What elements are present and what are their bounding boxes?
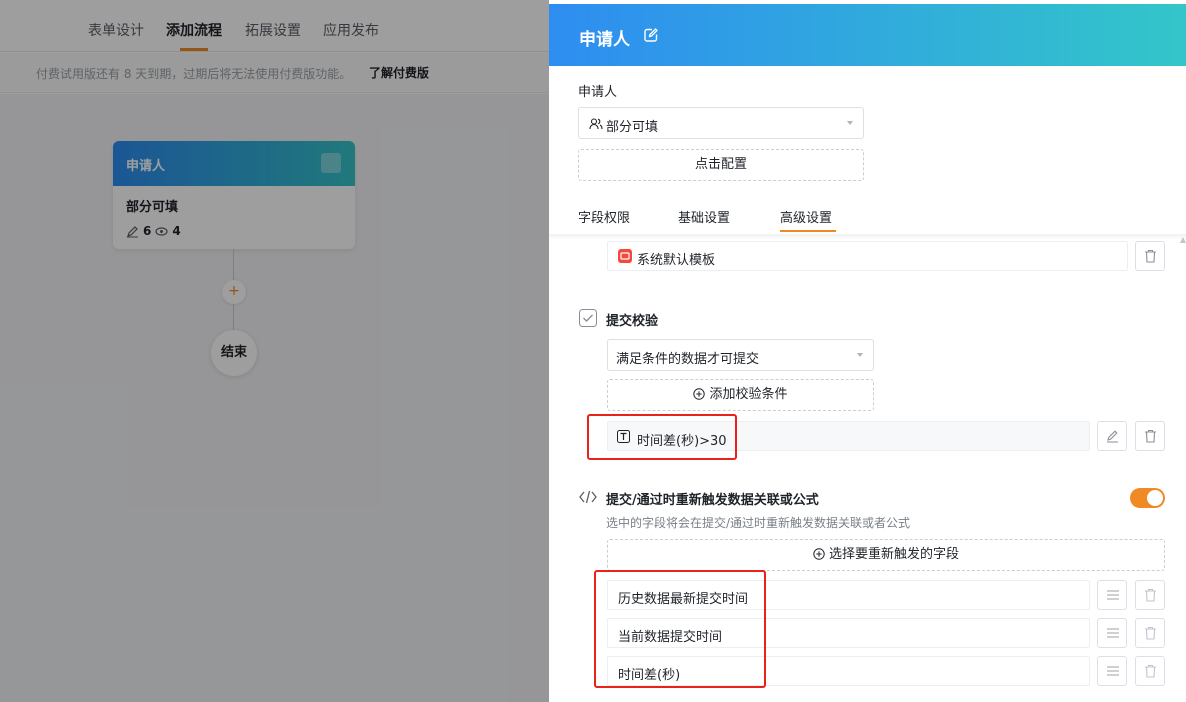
retrigger-hint: 选中的字段将会在提交/通过时重新触发数据关联或者公式 <box>606 516 911 530</box>
plus-circle-icon <box>813 548 825 560</box>
applicant-select[interactable]: 部分可填 <box>578 107 864 139</box>
drag-handle[interactable] <box>1097 656 1127 686</box>
drag-handle[interactable] <box>1097 618 1127 648</box>
retrigger-field-label: 当前数据提交时间 <box>618 630 723 645</box>
node-settings-panel: 申请人 申请人 部分可填 点击配置 字段权限 基础设置 高级设置 系统默认模板 … <box>549 4 1186 702</box>
menu-icon <box>1107 628 1119 638</box>
submit-condition-select[interactable]: 满足条件的数据才可提交 <box>607 339 874 371</box>
tab-divider <box>549 234 1186 240</box>
submit-check-title: 提交校验 <box>606 314 659 329</box>
menu-icon <box>1107 590 1119 600</box>
add-check-condition-label: 添加校验条件 <box>709 387 788 402</box>
applicant-label: 申请人 <box>578 85 618 100</box>
tab-advanced-settings[interactable]: 高级设置 <box>780 207 832 226</box>
check-condition-text: 时间差(秒)>30 <box>637 434 727 449</box>
edit-condition-button[interactable] <box>1097 421 1127 451</box>
submit-condition-value: 满足条件的数据才可提交 <box>616 352 760 367</box>
delete-condition-button[interactable] <box>1135 421 1165 451</box>
select-fields-label: 选择要重新触发的字段 <box>828 547 959 562</box>
retrigger-field-row[interactable]: 历史数据最新提交时间 <box>607 580 1090 610</box>
retrigger-field-label: 历史数据最新提交时间 <box>618 592 749 607</box>
users-icon <box>589 118 603 130</box>
applicant-select-value: 部分可填 <box>606 120 659 135</box>
tab-field-permissions[interactable]: 字段权限 <box>578 207 630 226</box>
config-button[interactable]: 点击配置 <box>578 149 864 181</box>
edit-title-icon[interactable] <box>643 27 659 43</box>
panel-title: 申请人 <box>579 30 630 50</box>
trash-icon <box>1145 626 1156 640</box>
trash-icon <box>1145 249 1156 263</box>
plus-circle-icon <box>693 388 706 400</box>
tab-basic-settings[interactable]: 基础设置 <box>678 207 730 226</box>
retrigger-toggle[interactable] <box>1130 488 1165 508</box>
chevron-down-icon <box>857 353 863 357</box>
retrigger-field-label: 时间差(秒) <box>618 668 681 683</box>
template-icon <box>618 249 632 263</box>
add-check-condition-button[interactable]: 添加校验条件 <box>607 379 874 411</box>
flow-designer: 表单设计 添加流程 拓展设置 应用发布 付费试用版还有 8 天到期，过期后将无法… <box>0 0 549 702</box>
panel-header: 申请人 <box>549 4 1186 66</box>
code-icon <box>579 490 597 504</box>
menu-icon <box>1107 666 1119 676</box>
retrigger-title: 提交/通过时重新触发数据关联或公式 <box>606 493 819 508</box>
template-field-label: 系统默认模板 <box>637 253 716 268</box>
chevron-down-icon <box>847 121 853 125</box>
trash-icon <box>1145 664 1156 678</box>
template-field[interactable]: 系统默认模板 <box>607 241 1128 271</box>
toggle-knob <box>1147 490 1163 506</box>
delete-field-button[interactable] <box>1135 656 1165 686</box>
delete-field-button[interactable] <box>1135 580 1165 610</box>
text-field-icon <box>617 430 630 443</box>
retrigger-field-row[interactable]: 时间差(秒) <box>607 656 1090 686</box>
delete-field-button[interactable] <box>1135 618 1165 648</box>
panel-scrollbar[interactable] <box>1181 240 1185 702</box>
delete-template-button[interactable] <box>1135 241 1165 271</box>
trash-icon <box>1145 429 1156 443</box>
modal-overlay[interactable] <box>0 0 549 702</box>
active-tab-indicator <box>780 230 836 232</box>
pencil-icon <box>1107 430 1118 443</box>
retrigger-field-row[interactable]: 当前数据提交时间 <box>607 618 1090 648</box>
checkbox-icon[interactable] <box>579 309 597 327</box>
select-fields-button[interactable]: 选择要重新触发的字段 <box>607 539 1165 571</box>
trash-icon <box>1145 588 1156 602</box>
check-condition-row[interactable]: 时间差(秒)>30 <box>607 421 1090 451</box>
drag-handle[interactable] <box>1097 580 1127 610</box>
